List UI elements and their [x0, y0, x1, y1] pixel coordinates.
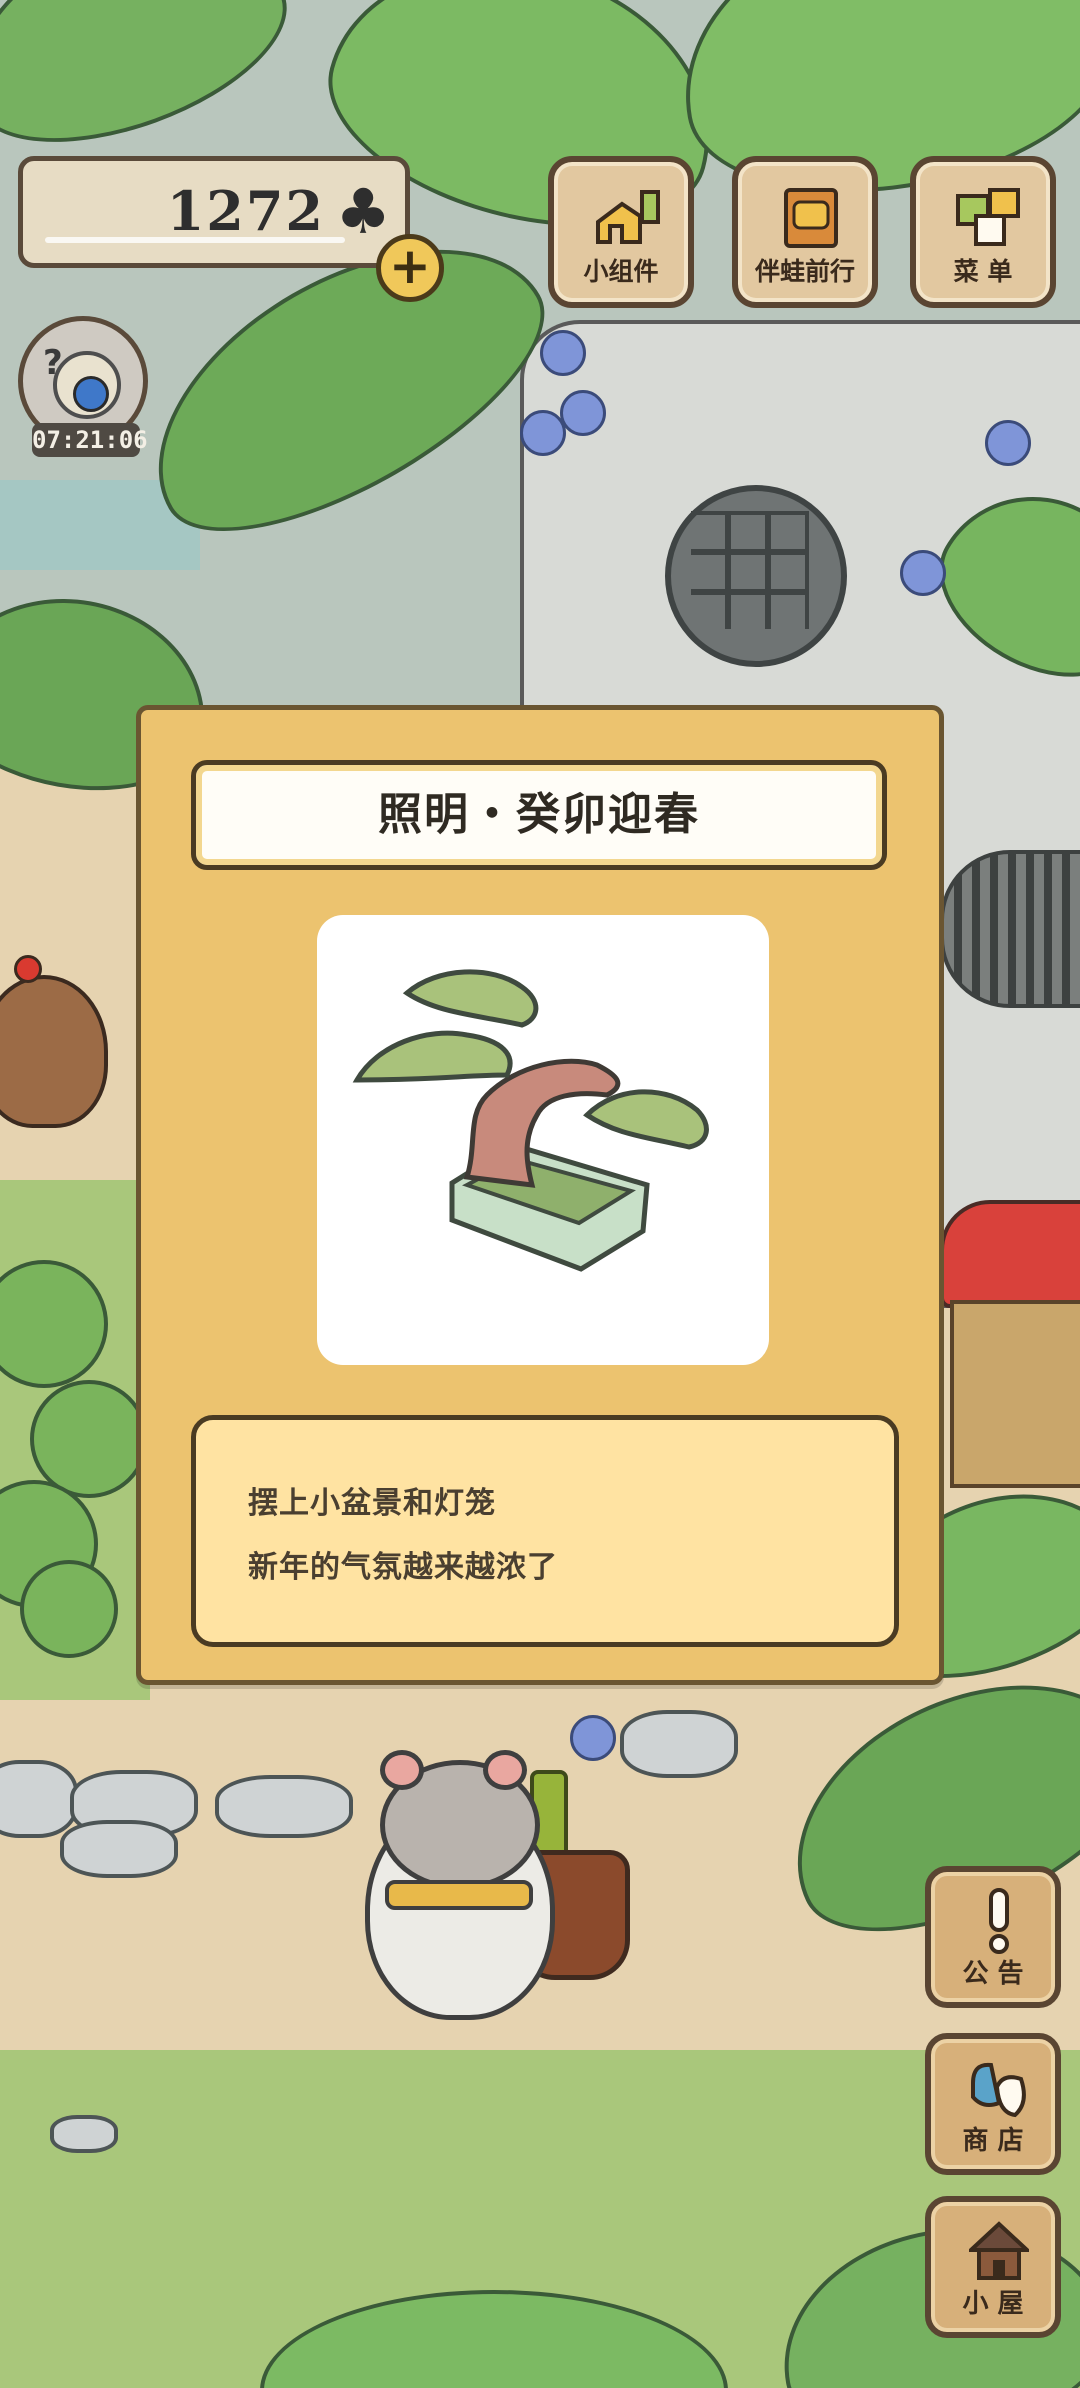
stone — [0, 1760, 78, 1838]
widget-icon — [596, 190, 660, 244]
item-description-box: 摆上小盆景和灯笼 新年的气氛越来越浓了 — [191, 1415, 899, 1647]
morning-glory-flower — [570, 1715, 616, 1761]
house-label: 小 屋 — [962, 2289, 1024, 2319]
travel-with-frog-button[interactable]: 伴蛙前行 — [732, 156, 878, 308]
hamster-ear — [380, 1750, 424, 1790]
notice-button[interactable]: 公 告 — [925, 1866, 1061, 2008]
morning-glory-flower — [540, 330, 586, 376]
description-line: 新年的气氛越来越浓了 — [248, 1550, 558, 1585]
stone — [620, 1710, 738, 1778]
barred-window — [940, 850, 1080, 1008]
travel-with-frog-label: 伴蛙前行 — [754, 257, 855, 286]
menu-button[interactable]: 菜 单 — [910, 156, 1056, 308]
morning-glory-flower — [520, 410, 566, 456]
bonsai-in-tray-icon — [352, 969, 709, 1272]
book-icon — [784, 188, 838, 248]
house-button[interactable]: 小 屋 — [925, 2196, 1061, 2338]
visitor-timer: 07:21:06 — [32, 423, 148, 457]
clover-plant[interactable] — [20, 1560, 118, 1658]
description-line: 摆上小盆景和灯笼 — [248, 1486, 496, 1521]
hamster-scarf — [385, 1880, 533, 1910]
notice-label: 公 告 — [962, 1959, 1024, 1989]
clover-counter: 1272 ♣ — [18, 156, 410, 268]
stone — [50, 2115, 118, 2153]
mailbox[interactable] — [940, 1200, 1080, 1308]
clover-icon: ♣ — [335, 175, 391, 248]
menu-label: 菜 单 — [953, 257, 1013, 286]
item-title: 照明・癸卯迎春 — [378, 789, 700, 840]
hamster-ear — [483, 1750, 527, 1790]
shop-button[interactable]: 商 店 — [925, 2033, 1061, 2175]
clover-count: 1272 — [166, 179, 325, 243]
add-clover-button[interactable]: + — [376, 234, 444, 302]
morning-glory-flower — [560, 390, 606, 436]
exclamation-icon — [989, 1888, 1009, 1954]
stone — [60, 1820, 178, 1878]
clover-plant[interactable] — [30, 1380, 148, 1498]
question-mark-icon: ? — [43, 343, 63, 383]
hamster-character[interactable] — [365, 1750, 555, 2020]
menu-icon — [956, 188, 1020, 246]
counter-highlight — [45, 237, 345, 243]
morning-glory-flower — [985, 420, 1031, 466]
shop-bag-icon — [971, 2062, 1026, 2118]
widget-button[interactable]: 小组件 — [548, 156, 694, 308]
stone — [215, 1775, 353, 1838]
item-detail-dialog[interactable]: 照明・癸卯迎春 摆上小盆景和灯笼 新年的气氛越来越浓了 — [136, 705, 944, 1685]
round-window — [665, 485, 847, 667]
widget-label: 小组件 — [583, 257, 659, 286]
morning-glory-flower — [900, 550, 946, 596]
visitor-bird-icon — [73, 376, 109, 412]
item-title-box: 照明・癸卯迎春 — [191, 760, 887, 870]
mailbox-post — [950, 1300, 1080, 1488]
house-icon — [969, 2221, 1029, 2280]
shop-label: 商 店 — [962, 2126, 1024, 2156]
item-image-box — [317, 915, 769, 1365]
